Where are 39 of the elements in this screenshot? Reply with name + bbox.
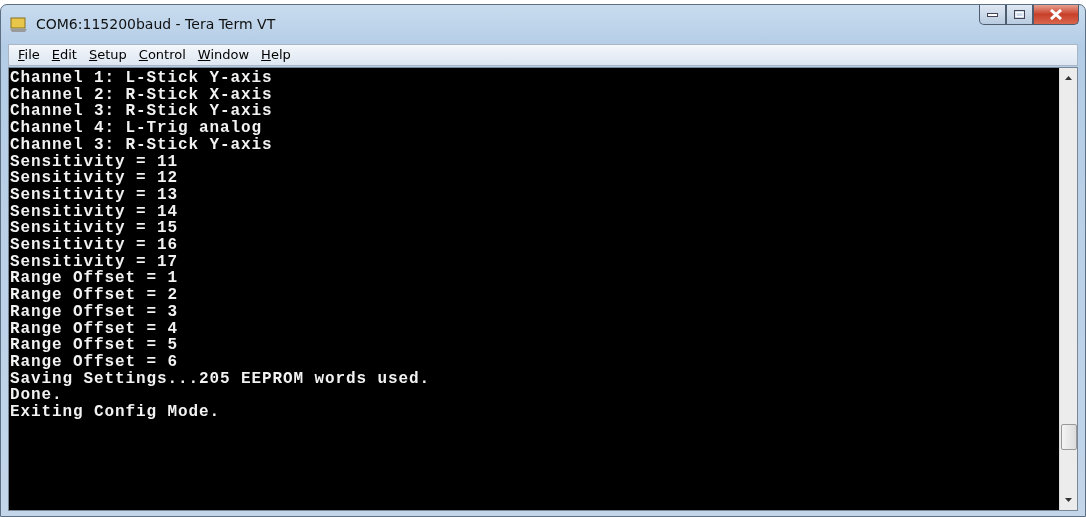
maximize-icon	[1014, 10, 1025, 19]
maximize-button[interactable]	[1006, 5, 1033, 25]
terminal-line: Sensitivity = 14	[10, 203, 180, 221]
terminal-line: Channel 4: L-Trig analog	[10, 120, 263, 137]
terminal-line: Sensitivity = 16	[10, 237, 180, 254]
terminal-line: Sensitivity = 13	[10, 186, 180, 204]
scroll-down-icon[interactable]	[1065, 498, 1072, 502]
menu-item[interactable]: Control	[132, 45, 192, 65]
terminal-line: Sensitivity = 15	[10, 220, 180, 238]
scrollbar[interactable]	[1059, 68, 1077, 510]
terminal-line: Sensitivity = 17	[10, 253, 180, 271]
scroll-up-icon[interactable]	[1065, 76, 1072, 80]
terminal-line: Channel 3: R-Stick Y-axis	[10, 136, 274, 154]
terminal-line: Range Offset = 3	[10, 303, 180, 321]
close-button[interactable]	[1033, 5, 1079, 25]
terminal-line: Sensitivity = 12	[10, 170, 180, 187]
terminal-line: Exiting Config Mode.	[10, 404, 222, 421]
terminal-line: Done.	[10, 387, 63, 405]
terminal-line: Channel 2: R-Stick X-axis	[10, 86, 274, 104]
terminal-line: Sensitivity = 11	[10, 153, 180, 171]
scroll-thumb[interactable]	[1061, 424, 1077, 450]
menu-item[interactable]: Setup	[82, 45, 133, 65]
terminal-line: Range Offset = 2	[10, 287, 180, 304]
minimize-icon	[987, 12, 998, 17]
terminal-line: Range Offset = 4	[10, 320, 180, 338]
menu-item[interactable]: Window	[191, 45, 256, 65]
terminal-line: Range Offset = 6	[10, 353, 180, 371]
terminal-line: Range Offset = 5	[10, 337, 180, 354]
terminal-line: Channel 3: R-Stick Y-axis	[10, 103, 274, 121]
menu-item[interactable]: Help	[255, 45, 297, 65]
terminal-line: Channel 1: L-Stick Y-axis	[10, 70, 274, 87]
minimize-button[interactable]	[979, 5, 1006, 25]
terminal-app-icon	[10, 16, 28, 33]
terminal-line: Range Offset = 1	[10, 270, 180, 288]
menu-item[interactable]: Edit	[45, 45, 83, 65]
terminal-line: Saving Settings...205 EEPROM words used.	[10, 370, 432, 388]
menu-item[interactable]: File	[12, 45, 46, 65]
window-title: COM6:115200baud - Tera Term VT	[36, 15, 276, 34]
close-icon	[1049, 9, 1063, 20]
